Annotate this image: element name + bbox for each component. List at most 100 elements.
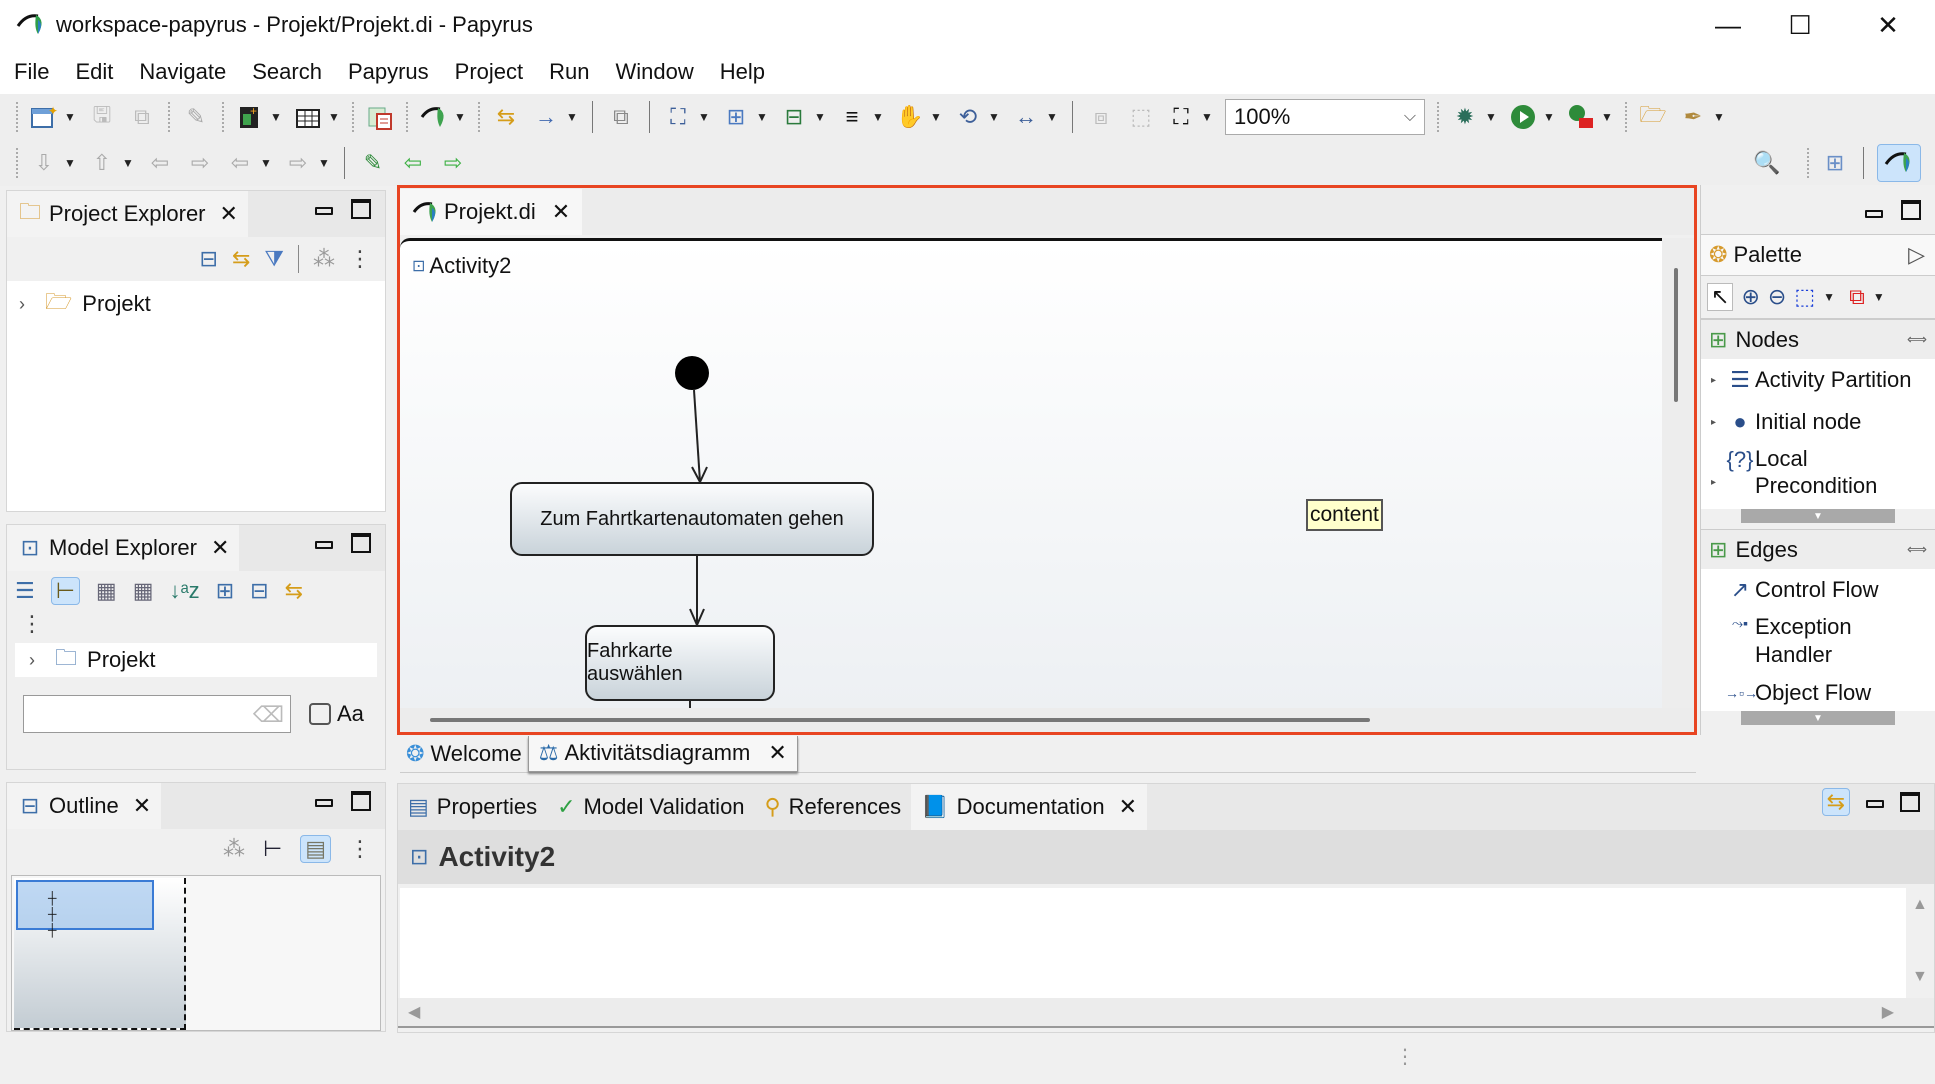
last-edit-forward-icon[interactable]: ⇨ bbox=[185, 148, 215, 178]
palette-item-activity-partition[interactable]: ▸ ☰ Activity Partition bbox=[1701, 359, 1935, 401]
scroll-down-icon[interactable]: ▼ bbox=[1912, 968, 1928, 986]
close-icon[interactable]: ✕ bbox=[133, 793, 151, 819]
outline-tab[interactable]: ⊟ Outline ✕ bbox=[7, 783, 162, 829]
menu-run[interactable]: Run bbox=[549, 59, 589, 85]
filter-input[interactable]: ⌫ bbox=[23, 695, 291, 733]
action-node[interactable]: Fahrkarte auswählen bbox=[585, 625, 775, 701]
new-table-icon[interactable] bbox=[293, 102, 323, 132]
close-icon[interactable]: ✕ bbox=[211, 535, 229, 561]
cluster-icon[interactable]: ⁂ bbox=[223, 836, 245, 862]
edit-filter-icon[interactable]: ▦ bbox=[133, 578, 154, 604]
scroll-left-icon[interactable]: ◀ bbox=[408, 1002, 420, 1022]
navigate-back-icon[interactable]: ⇦ bbox=[398, 148, 428, 178]
filter-icon[interactable]: ⧩ bbox=[264, 246, 284, 272]
previous-annotation-dropdown[interactable]: ▼ bbox=[122, 156, 134, 170]
select-dropdown[interactable]: ▼ bbox=[698, 110, 710, 124]
tab-properties[interactable]: ▤ Properties bbox=[398, 784, 547, 830]
back-dropdown[interactable]: ▼ bbox=[260, 156, 272, 170]
align-icon[interactable]: ≡ bbox=[837, 102, 867, 132]
marquee-icon[interactable]: ⬚ bbox=[1794, 284, 1815, 310]
palette-item-initial-node[interactable]: ▸ ● Initial node bbox=[1701, 401, 1935, 443]
navigate-forward-icon[interactable]: ⇨ bbox=[438, 148, 468, 178]
minimize-view-icon[interactable] bbox=[315, 207, 333, 215]
expand-icon[interactable]: ▸ bbox=[1711, 417, 1725, 428]
view-menu-icon[interactable]: ⋮ bbox=[349, 836, 371, 862]
maximize-button[interactable]: ☐ bbox=[1772, 6, 1828, 44]
editor-tab-projekt-di[interactable]: Projekt.di ✕ bbox=[400, 189, 583, 235]
palette-drawer-edges[interactable]: ⊞ Edges ⟺ bbox=[1701, 529, 1935, 569]
minimize-view-icon[interactable] bbox=[1865, 209, 1883, 218]
control-flow-edge[interactable] bbox=[693, 389, 701, 483]
minimize-view-icon[interactable] bbox=[315, 799, 333, 807]
layout-icon[interactable]: ⊟ bbox=[779, 102, 809, 132]
action-node[interactable]: Zum Fahrtkartenautomaten gehen bbox=[510, 482, 874, 556]
menu-edit[interactable]: Edit bbox=[75, 59, 113, 85]
drawer-scroll-down[interactable]: ▼ bbox=[1741, 711, 1895, 725]
copy-format-icon[interactable]: ⧉ bbox=[606, 102, 636, 132]
maximize-view-icon[interactable] bbox=[351, 533, 371, 553]
back-icon[interactable]: ⇦ bbox=[225, 148, 255, 178]
route-icon[interactable]: ⟲ bbox=[953, 102, 983, 132]
open-perspective-icon[interactable]: ⊞ bbox=[1820, 148, 1850, 178]
link-with-editor-icon[interactable]: ⇆ bbox=[1821, 788, 1850, 816]
overview-icon[interactable]: ▤ bbox=[300, 835, 331, 863]
collapse-all-icon[interactable]: ⊟ bbox=[250, 578, 268, 604]
show-hidden-icon[interactable]: ⧈ bbox=[1086, 102, 1116, 132]
minimize-view-icon[interactable] bbox=[315, 541, 333, 549]
clear-filter-icon[interactable]: ▦ bbox=[96, 578, 117, 604]
zoom-fit-dropdown[interactable]: ▼ bbox=[1201, 110, 1213, 124]
outline-viewport[interactable] bbox=[16, 880, 154, 930]
hide-palette-icon[interactable]: ▷ bbox=[1908, 242, 1925, 268]
synchronize-icon[interactable]: ⇆ bbox=[491, 102, 521, 132]
palette-drawer-nodes[interactable]: ⊞ Nodes ⟺ bbox=[1701, 319, 1935, 359]
menu-project[interactable]: Project bbox=[455, 59, 523, 85]
palette-item-local-precondition[interactable]: ▸ {?} Local Precondition bbox=[1701, 443, 1935, 509]
route-dropdown[interactable]: ▼ bbox=[988, 110, 1000, 124]
list-icon[interactable]: ☰ bbox=[15, 578, 35, 604]
menu-window[interactable]: Window bbox=[616, 59, 694, 85]
new-diagram-dropdown[interactable]: ▼ bbox=[270, 110, 282, 124]
select-tool-icon[interactable]: ↖ bbox=[1707, 283, 1734, 311]
papyrus-perspective-icon[interactable] bbox=[1877, 144, 1921, 182]
doc-vertical-scrollbar[interactable]: ▲ ▼ bbox=[1906, 888, 1934, 998]
palette-item-exception-handler[interactable]: ⤳▪ Exception Handler bbox=[1701, 611, 1935, 675]
horizontal-scrollbar[interactable] bbox=[400, 708, 1694, 732]
expand-icon[interactable]: ▸ bbox=[1711, 375, 1725, 386]
new-table-dropdown[interactable]: ▼ bbox=[328, 110, 340, 124]
new-dropdown[interactable]: ▼ bbox=[64, 110, 76, 124]
clear-icon[interactable]: ⌫ bbox=[253, 702, 284, 728]
pin-drawer-icon[interactable]: ⟺ bbox=[1907, 541, 1927, 558]
tab-documentation[interactable]: 📘 Documentation ✕ bbox=[911, 784, 1148, 830]
external-tools-icon[interactable] bbox=[1566, 102, 1596, 132]
connection-dropdown[interactable]: ▼ bbox=[1873, 290, 1885, 304]
edit-diagram-icon[interactable]: ✎ bbox=[358, 148, 388, 178]
next-annotation-dropdown[interactable]: ▼ bbox=[64, 156, 76, 170]
minimize-view-icon[interactable] bbox=[1866, 800, 1884, 808]
chevron-right-icon[interactable]: › bbox=[29, 650, 45, 671]
select-all-icon[interactable]: ⛶ bbox=[663, 102, 693, 132]
close-icon[interactable]: ✕ bbox=[1119, 794, 1137, 820]
cluster-icon[interactable]: ⁂ bbox=[313, 246, 335, 272]
same-size-icon[interactable]: ↔ bbox=[1011, 102, 1041, 132]
maximize-view-icon[interactable] bbox=[1901, 199, 1921, 220]
pen-icon[interactable]: ✒ bbox=[1678, 102, 1708, 132]
save-icon[interactable]: 🖫 bbox=[87, 102, 117, 132]
last-edit-back-icon[interactable]: ⇦ bbox=[145, 148, 175, 178]
filter-dropdown[interactable]: ▼ bbox=[930, 110, 942, 124]
zoom-fit-icon[interactable]: ⛶ bbox=[1166, 102, 1196, 132]
pen-dropdown[interactable]: ▼ bbox=[1713, 110, 1725, 124]
pin-drawer-icon[interactable]: ⟺ bbox=[1907, 331, 1927, 348]
marquee-dropdown[interactable]: ▼ bbox=[1823, 290, 1835, 304]
tree-outline-icon[interactable]: ⊢ bbox=[263, 836, 282, 862]
close-icon[interactable]: ✕ bbox=[220, 201, 238, 227]
vertical-scrollbar[interactable] bbox=[1662, 238, 1694, 708]
show-connector-icon[interactable]: ⬚ bbox=[1126, 102, 1156, 132]
horizontal-scroll-thumb[interactable] bbox=[430, 718, 1370, 722]
size-dropdown[interactable]: ▼ bbox=[1046, 110, 1058, 124]
connection-tool-icon[interactable]: ⧉ bbox=[1849, 284, 1865, 310]
comment-node[interactable]: content bbox=[1306, 499, 1383, 531]
view-menu-icon[interactable]: ⋮ bbox=[349, 246, 371, 272]
collapse-all-icon[interactable]: ⊟ bbox=[200, 246, 218, 272]
documentation-text-area[interactable]: ▲ ▼ bbox=[400, 888, 1934, 998]
external-tools-dropdown[interactable]: ▼ bbox=[1601, 110, 1613, 124]
